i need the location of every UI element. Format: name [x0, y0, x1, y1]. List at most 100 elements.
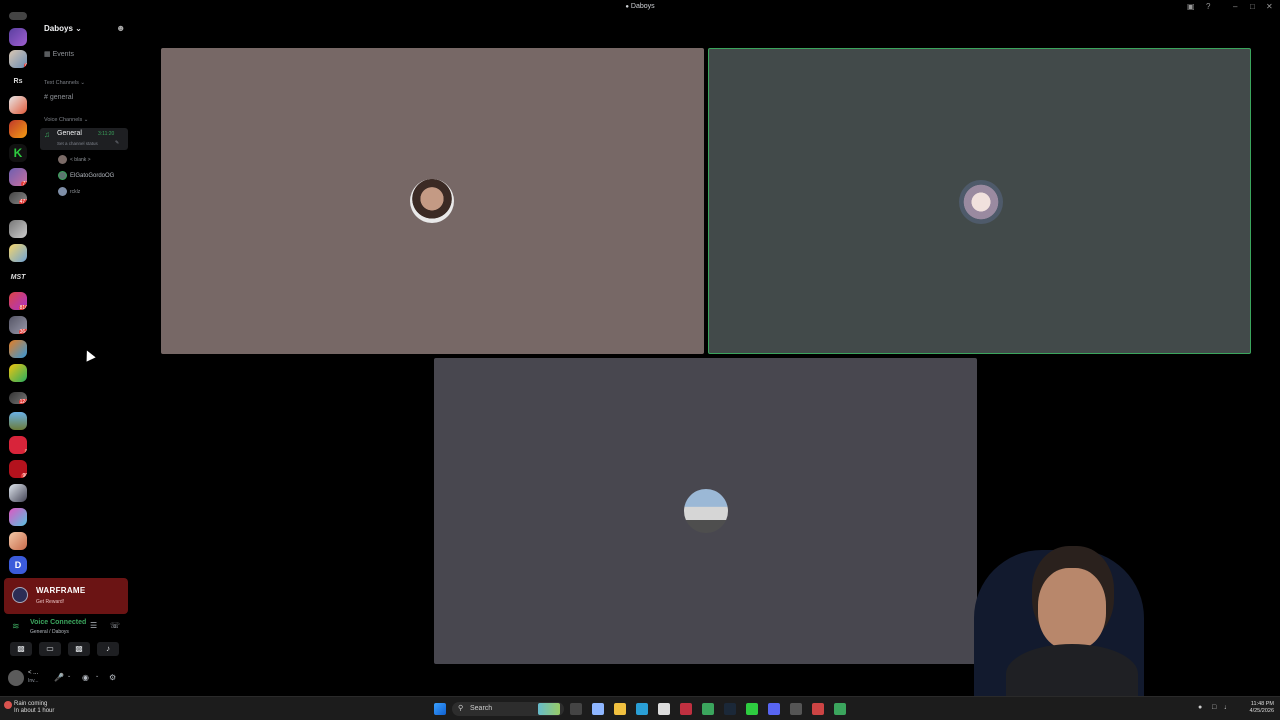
- server-icon: ●: [625, 4, 629, 10]
- chevron-down-icon: ⌄: [75, 24, 82, 33]
- webcam-overlay: [928, 540, 1190, 696]
- voice-member[interactable]: < blank >: [58, 155, 91, 164]
- activities-icon[interactable]: ▩: [68, 642, 90, 656]
- participant-avatar: [959, 180, 1003, 224]
- server-icon[interactable]: [9, 364, 27, 382]
- soundboard-icon[interactable]: ♪: [97, 642, 119, 656]
- face-shape: [1038, 568, 1106, 650]
- warframe-promo[interactable]: WARFRAME Get Reward!: [4, 578, 128, 614]
- voice-channel-general[interactable]: ♫ General 3:11:20 Set a channel status ✎: [40, 128, 128, 150]
- server-icon-k[interactable]: K: [9, 144, 27, 162]
- store-icon[interactable]: [658, 703, 670, 715]
- channel-sidebar: Daboys ⌄ ☻ ▦ Events Text Channels ⌄ # ge…: [36, 16, 132, 578]
- app-icon[interactable]: [812, 703, 824, 715]
- shirt-shape: [1006, 644, 1138, 696]
- weather-widget[interactable]: Rain coming In about 1 hour: [14, 701, 54, 715]
- server-icon[interactable]: [9, 508, 27, 526]
- voice-tile[interactable]: [161, 48, 704, 354]
- widget-icon[interactable]: [538, 703, 560, 715]
- voice-tile[interactable]: [434, 358, 977, 664]
- avatar: [58, 155, 67, 164]
- app-icon[interactable]: [680, 703, 692, 715]
- server-icon[interactable]: [9, 532, 27, 550]
- server-icon[interactable]: 364: [9, 316, 27, 334]
- server-icon[interactable]: 477: [9, 192, 27, 204]
- search-icon: ⚲: [458, 705, 464, 712]
- close-icon[interactable]: ✕: [1266, 2, 1273, 11]
- steam-icon[interactable]: [724, 703, 736, 715]
- server-icon[interactable]: [9, 220, 27, 238]
- window-title: ● Daboys: [625, 3, 655, 10]
- voice-member[interactable]: ElGatoGordoOG: [58, 171, 114, 180]
- clock[interactable]: 11:48 PM 4/25/2026: [1238, 701, 1274, 715]
- avatar: [58, 187, 67, 196]
- server-icon-dm[interactable]: [9, 12, 27, 20]
- participant-avatar: [684, 489, 728, 533]
- participant-avatar: [410, 179, 454, 223]
- server-icon-mst[interactable]: MST: [9, 274, 27, 281]
- voice-tile-speaking[interactable]: [708, 48, 1251, 354]
- server-icon[interactable]: 8: [9, 436, 27, 454]
- chevron-down-icon[interactable]: ⌄: [67, 673, 71, 679]
- disconnect-icon[interactable]: ☏: [110, 621, 120, 630]
- chevron-down-icon: ⌄: [80, 80, 85, 86]
- minimize-icon[interactable]: –: [1233, 2, 1237, 11]
- server-icon[interactable]: [9, 96, 27, 114]
- app-icon[interactable]: [746, 703, 758, 715]
- maximize-icon[interactable]: □: [1250, 2, 1255, 11]
- voice-member[interactable]: rcklz: [58, 187, 80, 196]
- server-icon[interactable]: [9, 412, 27, 430]
- noise-suppression-icon[interactable]: ☰: [90, 621, 97, 630]
- xbox-icon[interactable]: [702, 703, 714, 715]
- inbox-icon[interactable]: ▣: [1187, 2, 1195, 11]
- channel-general-text[interactable]: # general: [44, 94, 73, 101]
- chevron-down-icon: ⌄: [83, 117, 89, 123]
- microphone-icon[interactable]: 🎤: [54, 673, 64, 682]
- server-icon[interactable]: 72: [9, 168, 27, 186]
- server-icon[interactable]: 124: [9, 392, 27, 404]
- screen-share-icon[interactable]: ▭: [39, 642, 61, 656]
- text-channels-category[interactable]: Text Channels ⌄: [44, 80, 85, 86]
- avatar[interactable]: [8, 670, 24, 686]
- file-explorer-icon[interactable]: [614, 703, 626, 715]
- headphones-icon[interactable]: ◉: [82, 673, 89, 682]
- add-member-icon[interactable]: ☻: [116, 23, 125, 33]
- app-icon[interactable]: [592, 703, 604, 715]
- volume-icon[interactable]: ♩: [1224, 704, 1231, 711]
- help-icon[interactable]: ?: [1206, 2, 1210, 11]
- windows-taskbar: Rain coming In about 1 hour ⚲ Search ● □…: [0, 696, 1280, 720]
- warframe-logo-icon: [12, 587, 28, 603]
- xbox-icon[interactable]: [834, 703, 846, 715]
- signal-icon[interactable]: ≋: [12, 621, 20, 632]
- start-icon[interactable]: [434, 703, 446, 715]
- events-item[interactable]: ▦ Events: [44, 50, 74, 58]
- server-icon-rs[interactable]: Rs: [9, 78, 27, 85]
- edge-icon[interactable]: [636, 703, 648, 715]
- gear-icon[interactable]: ⚙: [109, 673, 116, 682]
- voice-connection-panel: ≋ Voice Connected General / Daboys ☰ ☏: [12, 619, 121, 635]
- microphone-tray-icon[interactable]: ●: [1198, 704, 1202, 711]
- epic-games-icon[interactable]: [790, 703, 802, 715]
- server-icon[interactable]: [9, 340, 27, 358]
- calendar-icon: ▦: [44, 51, 51, 58]
- server-icon[interactable]: [9, 244, 27, 262]
- voice-channels-category[interactable]: Voice Channels ⌄: [44, 117, 88, 123]
- server-icon-d[interactable]: D: [9, 556, 27, 574]
- hash-icon: #: [44, 94, 48, 101]
- task-view-icon[interactable]: [570, 703, 582, 715]
- server-icon[interactable]: 810: [9, 292, 27, 310]
- camera-icon[interactable]: ▩: [10, 642, 32, 656]
- server-icon[interactable]: [9, 28, 27, 46]
- server-icon[interactable]: 90: [9, 460, 27, 478]
- user-panel: < ... Inv... 🎤 ⌄ ◉ ⌄ ⚙: [4, 664, 128, 692]
- network-icon[interactable]: □: [1212, 704, 1216, 711]
- chevron-down-icon[interactable]: ⌄: [95, 673, 99, 679]
- server-name-dropdown[interactable]: Daboys ⌄: [44, 24, 82, 33]
- server-icon[interactable]: [9, 484, 27, 502]
- server-icon[interactable]: 6: [9, 50, 27, 68]
- avatar: [58, 171, 67, 180]
- server-icon[interactable]: [9, 120, 27, 138]
- title-bar: ← → ● Daboys ▣ ? – □ ✕: [0, 0, 1280, 16]
- discord-icon[interactable]: [768, 703, 780, 715]
- pencil-icon[interactable]: ✎: [115, 140, 119, 146]
